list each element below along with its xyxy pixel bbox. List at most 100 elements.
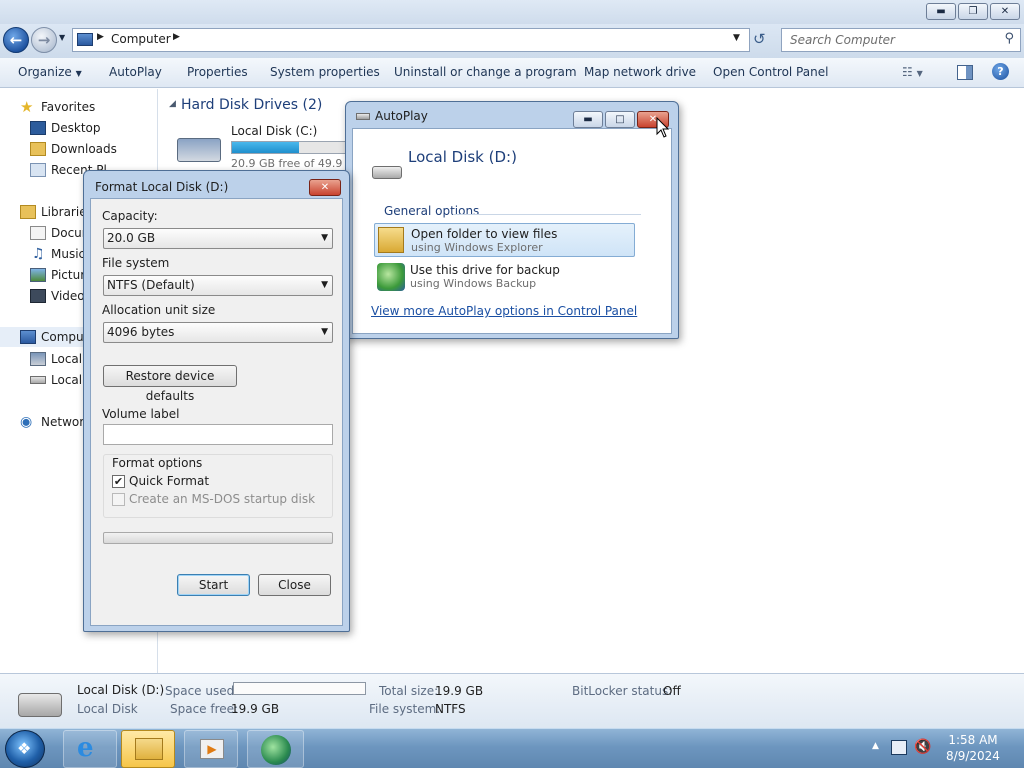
backup-icon — [377, 263, 405, 291]
nav-favorites[interactable]: ★ Favorites — [20, 97, 95, 117]
system-drive-icon — [177, 138, 221, 162]
format-close-x-button[interactable]: ✕ — [309, 179, 341, 196]
recent-places-icon — [30, 163, 46, 177]
msdos-startup-checkbox[interactable] — [112, 493, 125, 506]
restore-button[interactable]: ❐ — [958, 3, 988, 20]
drive-c-tile[interactable]: Local Disk (C:) 20.9 GB free of 49.9 GB — [177, 124, 362, 172]
nav-computer-label: Comput — [41, 330, 89, 344]
breadcrumb-computer[interactable]: Computer — [111, 32, 171, 46]
nav-local-disk-d[interactable]: Local — [30, 370, 82, 390]
system-properties-button[interactable]: System properties — [270, 58, 380, 88]
taskbar-network-app[interactable] — [247, 730, 304, 768]
breadcrumb-chevron-icon[interactable]: ▶ — [173, 32, 180, 42]
search-input[interactable]: Search Computer ⚲ — [781, 28, 1021, 52]
nav-favorites-label: Favorites — [41, 100, 96, 114]
space-free-label: Space free: — [170, 702, 239, 716]
nav-network[interactable]: ◉ Network — [20, 412, 91, 432]
change-view-button[interactable]: ☷ ▼ — [902, 58, 923, 88]
backup-subtitle: using Windows Backup — [410, 277, 537, 290]
open-folder-option[interactable]: Open folder to view files using Windows … — [374, 223, 635, 257]
autoplay-maximize-button[interactable]: □ — [605, 111, 635, 128]
autoplay-minimize-button[interactable]: ▬ — [573, 111, 603, 128]
volume-label-input[interactable] — [103, 424, 333, 445]
close-button[interactable]: ✕ — [990, 3, 1020, 20]
more-autoplay-options-link[interactable]: View more AutoPlay options in Control Pa… — [371, 304, 637, 318]
backup-option[interactable]: Use this drive for backup using Windows … — [374, 260, 635, 294]
file-system-value: NTFS — [435, 702, 466, 716]
nav-pictures[interactable]: Pictur — [30, 265, 85, 285]
nav-music[interactable]: ♫ Music — [30, 244, 85, 264]
back-button[interactable]: ← — [3, 27, 29, 53]
forward-button[interactable]: → — [31, 27, 57, 53]
collapse-group-icon[interactable]: ◢ — [169, 99, 176, 109]
map-network-drive-button[interactable]: Map network drive — [584, 58, 696, 88]
nav-libraries[interactable]: Libraries — [20, 202, 93, 222]
allocation-unit-select[interactable]: 4096 bytes ▼ — [103, 322, 333, 343]
drive-c-usage-fill — [232, 142, 300, 153]
total-size-value: 19.9 GB — [435, 684, 484, 698]
address-bar[interactable]: ▶ Computer ▶ ▼ — [72, 28, 750, 52]
explorer-title-bar: ▬ ❐ ✕ — [0, 0, 1024, 24]
windows-logo-icon: ❖ — [17, 739, 32, 758]
network-icon: ◉ — [20, 414, 33, 430]
nav-videos[interactable]: Videos — [30, 286, 91, 306]
search-icon[interactable]: ⚲ — [1004, 31, 1014, 46]
organize-menu[interactable]: Organize ▼ — [18, 58, 82, 88]
volume-muted-icon[interactable]: 🔇 — [914, 739, 931, 755]
nav-local-disk-c[interactable]: Local — [30, 349, 82, 369]
autoplay-button[interactable]: AutoPlay — [109, 58, 162, 88]
desktop-icon — [30, 121, 46, 135]
chevron-down-icon: ▼ — [321, 233, 328, 243]
format-dialog-body: Capacity: 20.0 GB ▼ File system NTFS (De… — [90, 198, 343, 626]
clock-date: 8/9/2024 — [946, 749, 1000, 763]
view-icon: ☷ — [902, 65, 913, 79]
address-dropdown-icon[interactable]: ▼ — [733, 33, 740, 43]
quick-format-label: Quick Format — [129, 474, 210, 488]
drive-icon — [18, 693, 62, 717]
forward-arrow-icon: → — [37, 31, 51, 49]
refresh-icon[interactable]: ↺ — [753, 30, 766, 48]
clock[interactable]: 1:58 AM 8/9/2024 — [930, 733, 1016, 763]
drive-c-free-space: 20.9 GB free of 49.9 GB — [231, 157, 362, 170]
breadcrumb-separator-icon[interactable]: ▶ — [97, 32, 104, 42]
general-options-heading: General options — [384, 204, 480, 218]
quick-format-checkbox[interactable]: ✔ — [112, 475, 125, 488]
restore-device-defaults-button[interactable]: Restore device defaults — [103, 365, 237, 403]
taskbar-media-player[interactable]: ▶ — [184, 730, 238, 768]
drive-c-usage-bar — [231, 141, 349, 154]
media-player-icon: ▶ — [200, 739, 224, 759]
nav-desktop[interactable]: Desktop — [30, 118, 101, 138]
command-bar: Organize ▼ AutoPlay Properties System pr… — [0, 58, 1024, 88]
open-folder-subtitle: using Windows Explorer — [411, 241, 543, 254]
group-header-hard-disks[interactable]: Hard Disk Drives (2) — [181, 97, 322, 113]
show-hidden-icons-button[interactable]: ▲ — [872, 741, 879, 751]
nav-downloads-label: Downloads — [51, 142, 117, 156]
file-system-select[interactable]: NTFS (Default) ▼ — [103, 275, 333, 296]
nav-downloads[interactable]: Downloads — [30, 139, 117, 159]
taskbar-windows-explorer[interactable] — [121, 730, 175, 768]
documents-icon — [30, 226, 46, 240]
minimize-button[interactable]: ▬ — [926, 3, 956, 20]
capacity-value: 20.0 GB — [107, 231, 156, 245]
preview-pane-icon — [966, 66, 972, 79]
uninstall-program-button[interactable]: Uninstall or change a program — [394, 58, 577, 88]
restore-icon: ❐ — [968, 6, 978, 17]
mouse-pointer-icon — [656, 117, 670, 138]
capacity-select[interactable]: 20.0 GB ▼ — [103, 228, 333, 249]
start-button[interactable]: Start — [177, 574, 250, 596]
close-button[interactable]: Close — [258, 574, 331, 596]
taskbar-internet-explorer[interactable]: e — [63, 730, 117, 768]
recent-pages-dropdown[interactable]: ▼ — [59, 33, 65, 42]
network-status-icon[interactable] — [891, 740, 907, 755]
details-drive-name: Local Disk (D:) — [77, 683, 165, 697]
drive-icon — [372, 166, 402, 179]
explorer-folder-icon — [135, 738, 163, 760]
total-size-label: Total size: — [379, 684, 439, 698]
help-button[interactable]: ? — [992, 63, 1009, 80]
start-button[interactable]: ❖ — [5, 730, 45, 768]
open-control-panel-button[interactable]: Open Control Panel — [713, 58, 828, 88]
file-system-label: File system — [102, 256, 170, 270]
properties-button[interactable]: Properties — [187, 58, 248, 88]
nav-desktop-label: Desktop — [51, 121, 101, 135]
preview-pane-button[interactable] — [957, 65, 973, 80]
